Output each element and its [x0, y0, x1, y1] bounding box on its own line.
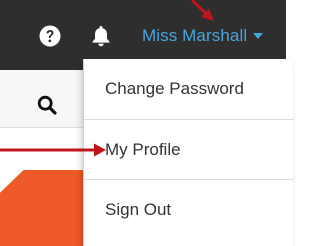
help-icon[interactable] — [39, 25, 61, 47]
notifications-bell-icon[interactable] — [90, 24, 112, 48]
my-profile-menu-item[interactable]: My Profile — [84, 119, 294, 179]
sign-out-menu-item[interactable]: Sign Out — [84, 179, 294, 239]
user-dropdown-menu: Change Password My Profile Sign Out — [83, 59, 294, 246]
background-orange-graphic — [0, 170, 84, 246]
change-password-menu-item[interactable]: Change Password — [84, 59, 294, 119]
user-menu-toggle[interactable]: Miss Marshall — [142, 20, 264, 52]
caret-down-icon — [253, 33, 264, 39]
search-icon[interactable] — [37, 95, 57, 115]
user-name: Miss Marshall — [142, 26, 248, 45]
